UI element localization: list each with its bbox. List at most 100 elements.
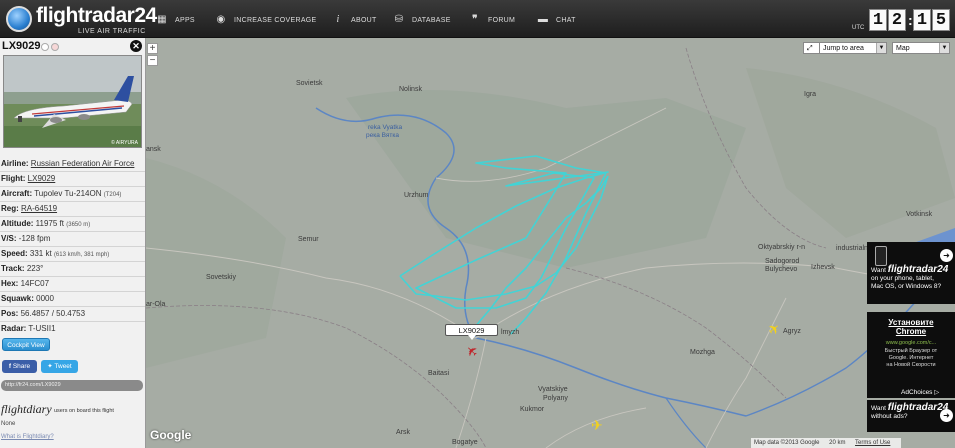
divider <box>0 261 145 262</box>
apps-grid-icon: ▦ <box>157 14 167 25</box>
flight-link[interactable]: LX9029 <box>28 174 56 183</box>
field-radar: Radar: T-USII1 <box>1 324 56 333</box>
nav-increase-coverage[interactable]: ◉ INCREASE COVERAGE <box>214 12 317 28</box>
chrome-ad-url: www.google.com/c... <box>885 340 937 346</box>
place-label: Nolinsk <box>399 86 422 93</box>
panel-flight-title: LX9029 <box>2 40 41 52</box>
info-circle-icon[interactable] <box>41 43 49 51</box>
altitude-meters: (3650 m) <box>66 222 91 228</box>
alert-circle-icon[interactable] <box>51 43 59 51</box>
zoom-out-button[interactable]: − <box>147 55 158 66</box>
tweet-label: Tweet <box>54 363 72 370</box>
remove-ads-ad[interactable]: ➜ Want flightradar24 without ads? <box>867 400 955 432</box>
chrome-ad-title-1: Установите <box>888 318 934 327</box>
chevron-down-icon: ▼ <box>876 43 886 53</box>
ad-text-block: Want flightradar24 on your phone, tablet… <box>871 265 948 291</box>
pos-label: Pos: <box>1 309 19 318</box>
hex-label: Hex: <box>1 279 19 288</box>
chrome-ad-body-1: Быстрый Браузер от <box>884 348 938 354</box>
nav-database[interactable]: ⛁ DATABASE <box>392 12 451 28</box>
terms-of-use-link[interactable]: Terms of Use <box>855 440 890 446</box>
field-track: Track: 223° <box>1 264 43 273</box>
map-scale: 20 km <box>829 440 846 446</box>
track-value: 223° <box>26 264 44 273</box>
phone-icon <box>875 246 887 266</box>
aircraft-photo[interactable]: © AIRYURA <box>3 55 142 148</box>
nav-forum-label: FORUM <box>488 17 516 24</box>
field-aircraft: Aircraft: Tupolev Tu-214ON (T204) <box>1 189 121 198</box>
place-label: Vyatskiye <box>538 386 568 393</box>
place-label: Igra <box>804 91 817 98</box>
aircraft-code: (T204) <box>103 192 122 198</box>
track-label: Track: <box>1 264 25 273</box>
quote-icon: ❞ <box>472 14 478 25</box>
field-squawk: Squawk: 0000 <box>1 294 54 303</box>
zoom-in-button[interactable]: + <box>147 43 158 54</box>
place-label: Urzhum <box>404 192 429 199</box>
nav-about-label: ABOUT <box>351 17 377 24</box>
nav-apps[interactable]: ▦ APPS <box>155 12 195 28</box>
airline-link[interactable]: Russian Federation Air Force <box>31 159 135 168</box>
flightdiary-logo[interactable]: flightdiary <box>1 402 52 417</box>
tweet-button[interactable]: ✦ Tweet <box>41 360 78 373</box>
place-label: Sovietsk <box>296 80 323 87</box>
map-type-label: Map <box>896 45 910 52</box>
place-label: Oktyabrskiy r-n <box>758 244 806 251</box>
nav-increase-coverage-label: INCREASE COVERAGE <box>234 17 317 24</box>
field-altitude: Altitude: 11975 ft (3650 m) <box>1 219 90 228</box>
flightradar24-logo[interactable]: flightradar24 LIVE AIR TRAFFIC <box>4 4 164 36</box>
field-flight: Flight: LX9029 <box>1 174 55 183</box>
nav-about[interactable]: i ABOUT <box>331 12 377 28</box>
top-navigation-bar: flightradar24 LIVE AIR TRAFFIC ▦ APPS ◉ IN… <box>0 0 955 38</box>
logo-name: flightradar24 <box>36 4 157 27</box>
chrome-ad[interactable]: Установите Chrome www.google.com/c... Бы… <box>867 312 955 398</box>
field-position: Pos: 56.4857 / 50.4753 <box>1 309 85 318</box>
field-speed: Speed: 331 kt (613 km/h, 381 mph) <box>1 249 109 258</box>
ad-want: Want <box>871 405 886 412</box>
photo-credit: © AIRYURA <box>111 140 138 146</box>
place-label: Baitasi <box>428 370 450 377</box>
speed-value: 331 kt <box>29 249 52 258</box>
what-is-flightdiary-link[interactable]: What is Flightdiary? <box>1 434 54 440</box>
divider <box>0 306 145 307</box>
altitude-label: Altitude: <box>1 219 34 228</box>
adchoices-link[interactable]: AdChoices ▷ <box>901 388 939 396</box>
place-label: Izhevsk <box>811 264 835 271</box>
nav-chat-label: CHAT <box>556 17 576 24</box>
google-logo[interactable]: Google <box>150 428 191 442</box>
share-label: Share <box>12 363 31 370</box>
place-label: Arsk <box>396 429 410 436</box>
field-reg: Reg: RA-64519 <box>1 204 57 213</box>
info-icon: i <box>336 14 340 25</box>
ad-brand: flightradar24 <box>887 402 949 413</box>
nav-chat[interactable]: ▬ CHAT <box>536 12 576 28</box>
facebook-share-button[interactable]: f Share <box>2 360 37 373</box>
chat-bubble-icon: ▬ <box>537 14 549 25</box>
reg-link[interactable]: RA-64519 <box>21 204 57 213</box>
flight-info-panel: LX9029 ✕ © AIRYURA Airline: Russian Fede… <box>0 38 146 448</box>
aircraft-photo-image <box>4 56 141 147</box>
divider <box>0 321 145 322</box>
nav-forum[interactable]: ❞ FORUM <box>468 12 515 28</box>
fr24-apps-ad[interactable]: ➜ Want flightradar24 on your phone, tabl… <box>867 242 955 304</box>
share-link-field[interactable]: http://fr24.com/LX9029 <box>1 380 143 391</box>
map-data-text: Map data ©2013 Google <box>754 440 820 446</box>
pos-value: 56.4857 / 50.4753 <box>20 309 86 318</box>
jump-to-area-select[interactable]: Jump to area ▼ <box>819 42 887 54</box>
flightdiary-none-text: None <box>1 421 16 427</box>
airplane-icon[interactable]: ✈ <box>591 418 603 432</box>
speed-label: Speed: <box>1 249 28 258</box>
clock-digit-hour-ones: 2 <box>888 9 906 31</box>
map-type-select[interactable]: Map ▼ <box>892 42 950 54</box>
jump-to-area-label: Jump to area <box>823 45 864 52</box>
nav-database-label: DATABASE <box>412 17 451 24</box>
field-vertical-speed: V/S: -128 fpm <box>1 234 50 243</box>
divider <box>0 216 145 217</box>
place-label: Polyany <box>543 395 568 402</box>
clock-digit-hour-tens: 1 <box>869 9 887 31</box>
cockpit-view-button[interactable]: Cockpit View <box>2 338 50 351</box>
map-view[interactable]: + − ⤢ Jump to area ▼ Map ▼ Sovietsk Noli… <box>146 38 955 448</box>
ad-line2: on your phone, tablet, <box>871 275 934 282</box>
close-panel-button[interactable]: ✕ <box>130 40 142 52</box>
map-attribution: Map data ©2013 Google 20 km Terms of Use <box>751 438 902 448</box>
